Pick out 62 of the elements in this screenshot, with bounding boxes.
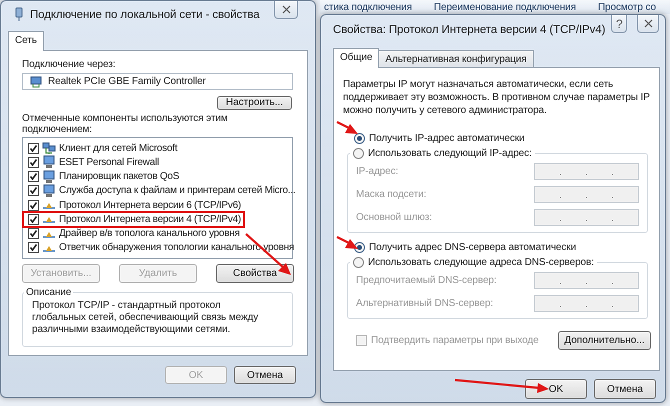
window-title: Свойства: Протокол Интернета версии 4 (TCP/IPv4): [333, 24, 606, 36]
computer-icon: [42, 155, 56, 170]
computer-icon: [42, 184, 56, 198]
configure-button[interactable]: Настроить...: [217, 96, 292, 110]
ip-address-field[interactable]: [534, 295, 639, 312]
checkbox[interactable]: [28, 142, 39, 154]
annotation-arrow: [336, 121, 358, 134]
dialog-button[interactable]: Отмена: [234, 366, 296, 384]
action-button[interactable]: Свойства: [216, 264, 294, 283]
close-button[interactable]: [274, 1, 298, 19]
field-label: IP-адрес:: [356, 166, 398, 177]
component-item[interactable]: Протокол Интернета версии 6 (TCP/IPv6): [23, 198, 244, 212]
computer-icon: [42, 170, 56, 184]
component-item[interactable]: Протокол Интернета версии 4 (TCP/IPv4): [23, 212, 244, 226]
field-label: Основной шлюз:: [356, 212, 432, 223]
components-list[interactable]: [22, 137, 293, 259]
checkbox[interactable]: [28, 156, 39, 168]
close-icon: [644, 19, 653, 28]
component-item[interactable]: Планировщик пакетов QoS: [23, 170, 182, 184]
ip-address-field[interactable]: [534, 163, 639, 180]
dialog-button[interactable]: OK: [525, 379, 587, 399]
component-item[interactable]: ESET Personal Firewall: [23, 155, 162, 170]
group-title: Описание: [25, 287, 72, 298]
checkbox[interactable]: [28, 228, 39, 240]
field-label: Маска подсети:: [356, 189, 426, 200]
intro-text: Параметры IP могут назначаться автоматически, если сеть поддерживает эту возможность. В противном случае параметры IP можно получить у сетевого администратора.: [343, 78, 651, 117]
radio-option[interactable]: Использовать следующий IP-адрес:: [353, 148, 532, 159]
checkbox[interactable]: [28, 242, 39, 254]
annotation-arrow: [336, 236, 358, 249]
close-button[interactable]: [637, 15, 659, 33]
help-button[interactable]: ?: [611, 15, 628, 33]
checkbox[interactable]: [28, 214, 39, 225]
window-title: Подключение по локальной сети - свойства: [30, 8, 261, 20]
network-plug-icon: [14, 7, 24, 22]
checkbox[interactable]: [28, 185, 39, 196]
toolbar-item[interactable]: стика подключения: [324, 2, 412, 12]
toolbar-item[interactable]: Просмотр со: [598, 2, 656, 12]
list-label: Отмеченные компоненты используются этим подключением:: [22, 113, 229, 135]
component-item[interactable]: Клиент для сетей Microsoft: [23, 141, 180, 156]
description-text: Протокол TCP/IP - стандартный протокол глобальных сетей, обеспечивающий связь между различными взаимодействующими сетями.: [32, 300, 260, 336]
network-computers-icon: [42, 141, 56, 156]
toolbar-item[interactable]: Переименование подключения: [434, 2, 576, 12]
component-item[interactable]: Служба доступа к файлам и принтерам сетей Micro...: [23, 184, 298, 198]
field-label: Подключение через:: [22, 59, 116, 70]
checkbox[interactable]: [28, 171, 39, 182]
ip-address-field[interactable]: [534, 209, 639, 226]
ip-address-field[interactable]: [534, 186, 639, 203]
tab[interactable]: Общие: [333, 48, 380, 68]
adapter-field: Realtek PCIe GBE Family Controller: [22, 73, 293, 90]
checkbox[interactable]: [28, 200, 39, 211]
field-label: Альтернативный DNS-сервер:: [356, 298, 494, 309]
component-item[interactable]: Ответчик обнаружения топологии канального уровня: [23, 240, 298, 255]
tab[interactable]: Альтернативная конфигурация: [378, 50, 534, 67]
network-adapter-icon: [30, 74, 42, 88]
ip-address-field[interactable]: [534, 272, 639, 289]
advanced-button[interactable]: Дополнительно...: [558, 331, 651, 350]
field-label: Предпочитаемый DNS-сервер:: [356, 275, 497, 286]
close-icon: [282, 5, 290, 14]
component-item[interactable]: Драйвер в/в тополога канального уровня: [23, 226, 243, 241]
dialog-button[interactable]: Отмена: [594, 379, 656, 399]
radio-option[interactable]: Использовать следующие адреса DNS-серверов:: [353, 257, 594, 268]
tab[interactable]: Сеть: [8, 31, 44, 51]
